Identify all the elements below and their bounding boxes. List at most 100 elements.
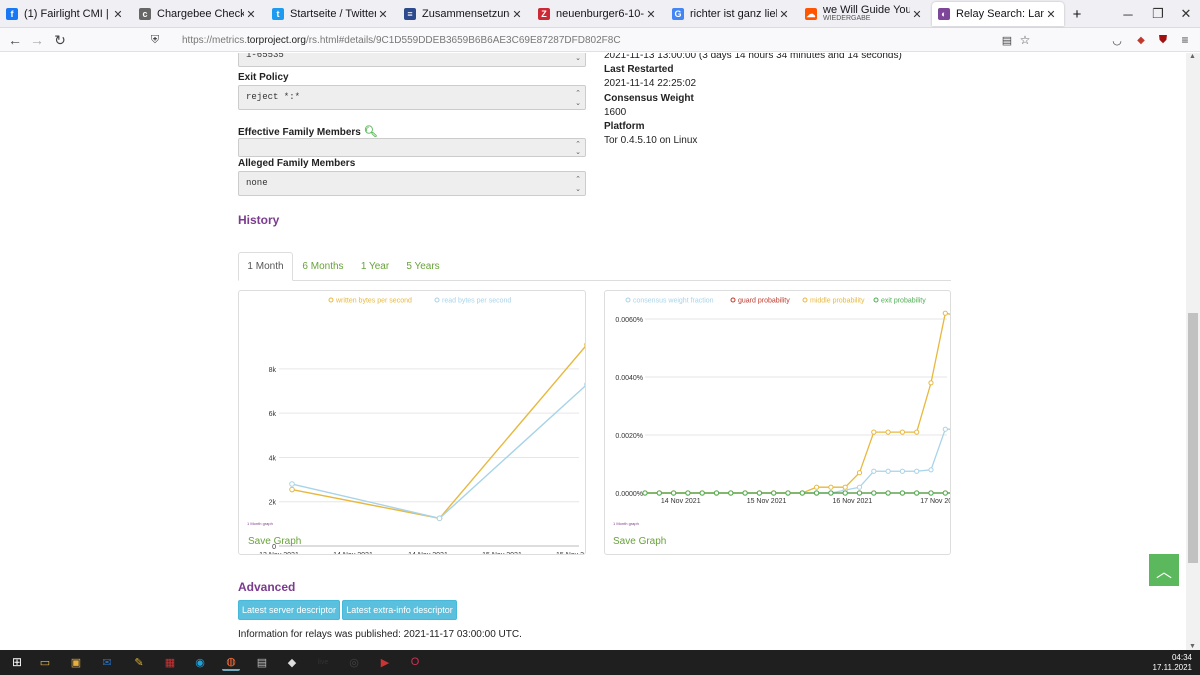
data-point: [885, 429, 891, 435]
data-point: [742, 490, 748, 496]
back-icon[interactable]: ←: [6, 31, 24, 49]
close-tab-icon[interactable]: ✕: [910, 8, 924, 21]
series-line: [291, 345, 585, 520]
browser-tab[interactable]: ☁we Will Guide You Part 2 vonWIEDERGABE✕: [799, 2, 930, 26]
tab-6-months[interactable]: 6 Months: [295, 252, 351, 281]
extension-icon[interactable]: ◆: [1132, 31, 1150, 49]
scrollbar-thumb[interactable]: [1188, 313, 1198, 563]
browser-tab[interactable]: Zneuenburger6-10-3_5: Custo✕: [532, 2, 664, 26]
close-tab-icon[interactable]: ✕: [244, 8, 258, 21]
data-point: [899, 429, 905, 435]
new-tab-button[interactable]: +: [1068, 2, 1086, 26]
extra-info-descriptor-button[interactable]: Latest extra-info descriptor: [342, 600, 457, 620]
save-graph-link[interactable]: Save Graph: [248, 536, 301, 547]
system-clock[interactable]: 04:34 17.11.2021: [1153, 653, 1192, 673]
close-tab-icon[interactable]: ✕: [510, 8, 524, 21]
tab-5-years[interactable]: 5 Years: [399, 252, 447, 281]
y-tick-label: 8k: [269, 367, 277, 374]
window-icon[interactable]: ▤: [253, 653, 271, 671]
file-explorer-icon[interactable]: ▭: [36, 653, 54, 671]
ports-field[interactable]: 1-65535 ⌄: [238, 53, 586, 67]
mail-icon[interactable]: ✉: [98, 653, 116, 671]
exit-policy-field[interactable]: reject *:* ⌃ ⌄: [238, 85, 586, 110]
tab-1-month[interactable]: 1 Month: [238, 252, 293, 281]
platform-value: Tor 0.4.5.10 on Linux: [604, 135, 698, 146]
tab-title: (1) Fairlight CMI | Facebook: [24, 8, 111, 20]
scroll-to-top-button[interactable]: ︿: [1149, 554, 1179, 586]
data-point: [814, 484, 820, 490]
browser-tab[interactable]: ≡ Zusammensetzung - Kanton✕: [398, 2, 530, 26]
close-tab-icon[interactable]: ✕: [777, 8, 791, 21]
close-window-icon[interactable]: ✕: [1168, 0, 1200, 28]
tab-title-text: Zusammensetzung - Kanton: [422, 8, 510, 20]
alleged-family-field[interactable]: none ⌃ ⌄: [238, 171, 586, 196]
tab-title-text: Chargebee Checkout: [157, 8, 244, 20]
shield-icon[interactable]: ⛨: [146, 31, 164, 49]
store-icon[interactable]: ▣: [67, 653, 85, 671]
legend-marker: [625, 297, 631, 303]
browser-tab[interactable]: ◐ Relay Search: LandevB✕: [932, 2, 1064, 26]
data-point: [856, 470, 863, 476]
url-bar[interactable]: https://metrics. torproject.org/rs.html#d…: [182, 30, 1082, 50]
browser-tab[interactable]: Grichter ist ganz lieb - Google S✕: [666, 2, 797, 26]
tab-subtitle: WIEDERGABE: [823, 15, 871, 22]
media-icon[interactable]: ▶: [376, 653, 394, 671]
close-tab-icon[interactable]: ✕: [376, 8, 390, 21]
tab-title: Zusammensetzung - Kanton: [422, 8, 510, 20]
zotero-icon: Z: [538, 8, 550, 20]
data-point: [928, 380, 934, 386]
search-icon[interactable]: 🔍︎: [364, 126, 378, 138]
obs-icon[interactable]: ◎: [345, 653, 363, 671]
save-graph-link[interactable]: Save Graph: [613, 536, 666, 547]
tab-title: we Will Guide You Part 2 vonWIEDERGABE: [823, 5, 910, 23]
bookmark-star-icon[interactable]: ☆: [1016, 31, 1034, 49]
x-tick-label: 14 Nov 2021: [408, 552, 448, 554]
ublock-icon[interactable]: ⛊: [1154, 31, 1172, 49]
pen-icon[interactable]: ✎: [130, 653, 148, 671]
url-path: /rs.html#details/9C1D559DDEB3659B6B6AE3C…: [305, 34, 621, 46]
scrollbar[interactable]: ▲ ▼: [1186, 53, 1200, 650]
windows-start-icon[interactable]: ⊞: [8, 653, 26, 671]
opera-icon[interactable]: O: [406, 653, 424, 671]
tor-icon: ◐: [938, 8, 950, 20]
browser-tab[interactable]: f (1) Fairlight CMI | Facebook✕: [0, 2, 131, 26]
chargebee-icon: c: [139, 8, 151, 20]
tab-title: neuenburger6-10-3_5: Custo: [556, 8, 644, 20]
data-point: [728, 490, 734, 496]
chevron-up-icon: ⌃: [575, 175, 581, 183]
menu-icon[interactable]: ≡: [1176, 31, 1194, 49]
bandwidth-chart: 02k4k6k8k13 Nov 202114 Nov 202114 Nov 20…: [259, 297, 585, 554]
close-tab-icon[interactable]: ✕: [111, 8, 125, 21]
x-tick-label: 16 Nov 2021: [832, 498, 872, 505]
tab-title: Startseite / Twitter: [290, 8, 376, 20]
tab-title-text: neuenburger6-10-3_5: Custo: [556, 8, 644, 20]
google-icon: G: [672, 8, 684, 20]
reader-view-icon[interactable]: ▤: [998, 31, 1016, 49]
browser-tab[interactable]: t Startseite / Twitter ✕: [266, 2, 396, 26]
effective-family-field[interactable]: ⌃ ⌄: [238, 138, 586, 157]
app-icon[interactable]: ▦: [161, 653, 179, 671]
history-title: History: [238, 213, 280, 227]
close-tab-icon[interactable]: ✕: [1044, 8, 1058, 21]
edge-icon[interactable]: ◉: [191, 653, 209, 671]
data-point: [928, 490, 934, 496]
firefox-icon[interactable]: ◍: [222, 653, 240, 671]
chevron-down-icon: ⌄: [575, 99, 581, 107]
close-tab-icon[interactable]: ✕: [644, 8, 658, 21]
graph-caption: 1 Month graph: [247, 521, 273, 526]
chevron-up-icon: ⌃: [575, 140, 581, 148]
chevron-down-icon: ⌄: [575, 54, 581, 62]
tab-1-year[interactable]: 1 Year: [353, 252, 397, 281]
scroll-up-icon[interactable]: ▲: [1189, 53, 1196, 60]
server-descriptor-button[interactable]: Latest server descriptor: [238, 600, 340, 620]
chat-icon[interactable]: ◆: [283, 653, 301, 671]
forward-icon[interactable]: →: [28, 31, 46, 49]
last-restarted-value: 2021-11-14 22:25:02: [604, 78, 697, 89]
live-icon[interactable]: live: [314, 653, 332, 671]
pocket-icon[interactable]: ◡: [1108, 31, 1126, 49]
scroll-down-icon[interactable]: ▼: [1189, 643, 1196, 650]
alleged-family-value: none: [246, 178, 268, 188]
reload-icon[interactable]: ↻: [51, 31, 69, 49]
browser-tab[interactable]: c Chargebee Checkout✕: [133, 2, 264, 26]
data-point: [885, 490, 891, 496]
